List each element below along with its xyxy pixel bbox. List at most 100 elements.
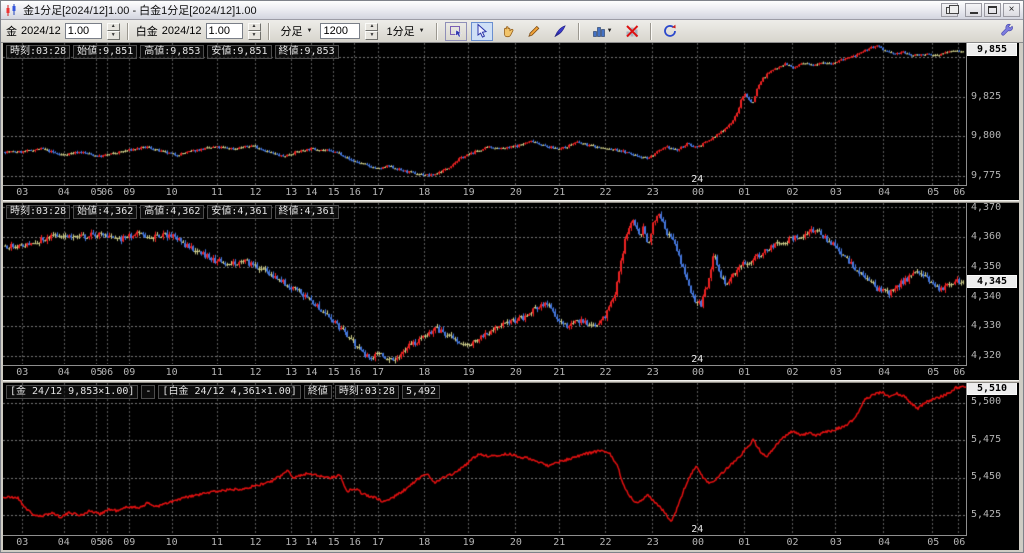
pan-hand-tool-button[interactable] (497, 22, 519, 41)
date-change-marker: 24 (691, 524, 704, 535)
spin-down-icon[interactable]: ▼ (365, 31, 379, 40)
platinum-ratio-spinner[interactable]: ▲ ▼ (247, 22, 261, 40)
x-axis-tick-label: 03 (829, 187, 842, 199)
chart-info-segment: 終値 (303, 384, 332, 399)
x-axis-tick-label: 03 (829, 366, 842, 378)
chart-info-segment: 終値:9,853 (274, 45, 339, 59)
x-axis-tick-label: 04 (57, 187, 70, 199)
spread-plot-area[interactable]: [金 24/12 9,853×1.00] - [白金 24/12 4,361×1.0… (3, 382, 967, 536)
x-axis-tick-label: 13 (285, 187, 298, 199)
minimize-button[interactable] (965, 3, 982, 17)
delete-chart-icon (625, 25, 638, 38)
current-price-box: 5,510 (967, 382, 1017, 395)
y-axis-tick-label: 9,825 (971, 90, 1002, 102)
spin-up-icon[interactable]: ▲ (106, 22, 120, 31)
annotate-pen-tool-button[interactable] (549, 22, 571, 41)
toolbar-separator (126, 22, 129, 40)
toolbar-separator (267, 22, 270, 40)
chart-info-segment: [白金 24/12 4,361×1.00] (158, 384, 301, 399)
toolbar-separator (435, 22, 438, 40)
chart-info-segment: 5,492 (401, 384, 441, 399)
platinum-chart-panel: 時刻:03:28 始値:4,362 高値:4,362 安値:4,361 終値:4,361… (3, 203, 1019, 380)
y-axis-tick-label: 4,320 (971, 350, 1002, 362)
close-button[interactable]: × (1003, 3, 1020, 17)
date-change-marker: 24 (691, 174, 704, 186)
gold-ratio-input[interactable] (64, 23, 102, 39)
x-axis-tick-label: 02 (786, 187, 799, 199)
x-axis-tick-label: 04 (878, 366, 891, 378)
cursor-tool-button[interactable] (470, 21, 493, 41)
chart-info-segment: [金 24/12 9,853×1.00] (6, 384, 139, 399)
x-axis-tick-label: 11 (210, 366, 224, 378)
spread-chart-panel: [金 24/12 9,853×1.00] - [白金 24/12 4,361×1.0… (3, 382, 1019, 550)
platinum-chart-canvas[interactable] (3, 203, 966, 365)
spin-up-icon[interactable]: ▲ (365, 22, 379, 31)
range-select-icon (449, 26, 462, 38)
platinum-plot-area[interactable]: 時刻:03:28 始値:4,362 高値:4,362 安値:4,361 終値:4,361… (3, 203, 967, 366)
pencil-icon (527, 25, 539, 37)
chart-type-dropdown-button[interactable]: ▼ (587, 22, 617, 41)
spread-chart-canvas[interactable] (3, 382, 966, 535)
spin-down-icon[interactable]: ▼ (106, 31, 120, 40)
bar-count-input[interactable] (320, 23, 361, 39)
chart-info-segment: 安値:9,851 (207, 45, 272, 59)
candlestick-app-icon (6, 3, 16, 16)
interval-type-dropdown[interactable]: 分足 ▼ (277, 21, 317, 41)
chart-info-segment: 終値:4,361 (274, 205, 339, 220)
x-axis-tick-label: 13 (285, 366, 298, 378)
y-axis-tick-label: 4,350 (971, 261, 1002, 273)
chevron-down-icon: ▼ (606, 28, 613, 34)
refresh-button[interactable] (659, 22, 681, 41)
gold-y-axis: 9,825 9,800 9,775 9,855 (967, 43, 1019, 201)
spin-up-icon[interactable]: ▲ (247, 22, 261, 31)
x-axis-tick-label: 22 (599, 187, 612, 199)
toolbar: 金 2024/12 ▲ ▼ 白金 2024/12 ▲ ▼ 分足 ▼ ▲ ▼ 1分… (1, 20, 1023, 43)
chart-info-segment: 始値:4,362 (73, 205, 138, 220)
range-select-tool-button[interactable] (444, 21, 467, 41)
y-axis-tick-label: 4,370 (971, 203, 1002, 213)
x-axis-tick-label: 17 (371, 187, 385, 199)
chart-info-segment: 安値:4,361 (207, 205, 272, 220)
x-axis-tick-label: 13 (285, 537, 298, 548)
x-axis-tick-label: 16 (348, 366, 361, 378)
x-axis-tick-label: 14 (305, 187, 318, 199)
x-axis-tick-label: 14 (305, 537, 318, 548)
platinum-y-axis: 4,370 4,360 4,350 4,340 4,330 4,320 4,345 (967, 203, 1019, 380)
x-axis-tick-label: 05 (927, 366, 940, 378)
x-axis-tick-label: 23 (646, 537, 659, 548)
settings-button[interactable] (996, 22, 1018, 41)
x-axis-tick-label: 15 (327, 537, 340, 548)
x-axis-tick-label: 02 (786, 537, 799, 548)
y-axis-tick-label: 5,450 (971, 471, 1002, 483)
platinum-ratio-input[interactable] (205, 23, 243, 39)
x-axis-tick-label: 01 (738, 366, 751, 378)
x-axis-tick-label: 03 (16, 366, 29, 378)
gold-chart-canvas[interactable] (3, 43, 966, 185)
x-axis-tick-label: 00 (692, 187, 705, 199)
x-axis-tick-label: 16 (348, 187, 361, 199)
x-axis-tick-label: 10 (165, 537, 178, 548)
float-window-button[interactable] (941, 3, 959, 17)
spin-down-icon[interactable]: ▼ (247, 31, 261, 40)
maximize-button[interactable] (984, 3, 1001, 17)
x-axis-tick-label: 01 (738, 187, 751, 199)
bar-count-spinner[interactable]: ▲ ▼ (365, 22, 379, 40)
gold-symbol-label: 金 (6, 26, 17, 38)
x-axis-tick-label: 19 (462, 187, 475, 199)
title-bar: 金1分足[2024/12]1.00 - 白金1分足[2024/12]1.00 × (1, 1, 1023, 20)
gold-plot-area[interactable]: 時刻:03:28 始値:9,851 高値:9,853 安値:9,851 終値:9,853… (3, 43, 967, 187)
x-axis-tick-label: 21 (553, 366, 566, 378)
pencil-tool-button[interactable] (523, 22, 545, 41)
y-axis-tick-label: 5,500 (971, 396, 1002, 408)
x-axis-tick-label: 20 (509, 366, 522, 378)
x-axis-tick-label: 03 (16, 537, 29, 548)
delete-drawings-button[interactable] (621, 22, 643, 41)
x-axis-tick-label: 03 (829, 537, 842, 548)
timeframe-dropdown[interactable]: 1分足 ▼ (382, 21, 428, 41)
chart-info-line: 時刻:03:28 始値:4,362 高値:4,362 安値:4,361 終値:4,361 (6, 205, 339, 220)
chart-app-window: 金1分足[2024/12]1.00 - 白金1分足[2024/12]1.00 ×… (0, 0, 1024, 553)
y-axis-tick-label: 4,330 (971, 320, 1002, 332)
chart-panels-container: 時刻:03:28 始値:9,851 高値:9,853 安値:9,851 終値:9,853… (1, 43, 1023, 552)
x-axis-tick-label: 11 (210, 187, 224, 199)
gold-ratio-spinner[interactable]: ▲ ▼ (106, 22, 120, 40)
